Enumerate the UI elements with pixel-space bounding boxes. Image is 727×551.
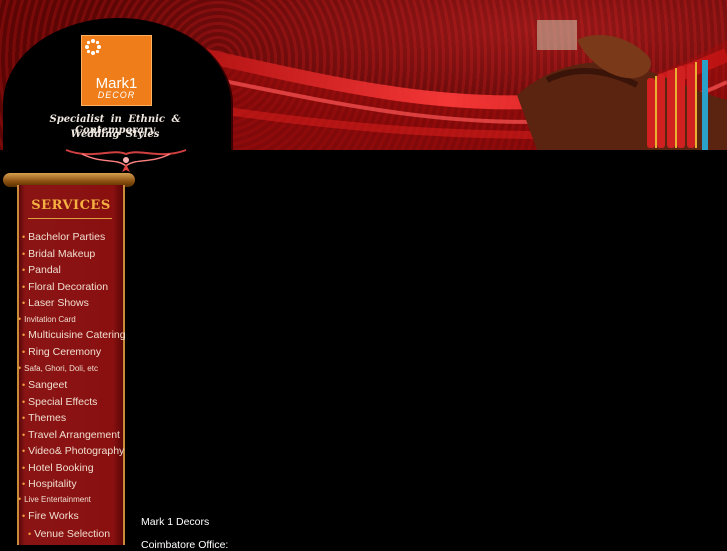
bullet-icon: • (22, 232, 26, 242)
service-label: Hospitality (28, 478, 77, 490)
bullet-icon: • (22, 446, 26, 456)
bullet-icon: • (18, 494, 22, 504)
service-link[interactable]: • Hotel Booking (22, 462, 94, 474)
office-label: Coimbatore Office: (141, 539, 229, 551)
bullet-icon: • (22, 413, 26, 423)
bullet-icon: • (22, 298, 26, 308)
service-link[interactable]: • Safa, Ghori, Doli, etc (18, 363, 98, 373)
tagline-line2: Wedding Styles (70, 129, 160, 140)
service-link[interactable]: • Multicuisine Catering (22, 329, 126, 341)
service-link[interactable]: • Live Entertainment (18, 494, 91, 504)
service-link[interactable]: • Pandal (22, 264, 61, 276)
service-link[interactable]: • Venue Selection (28, 528, 110, 540)
service-label: Fire Works (28, 510, 79, 522)
service-link[interactable]: • Fire Works (22, 510, 79, 522)
service-link[interactable]: • Floral Decoration (22, 281, 108, 293)
flower-icon (85, 39, 101, 55)
service-link[interactable]: • Special Effects (22, 396, 97, 408)
bullet-icon: • (18, 363, 22, 373)
header-banner: Mark1 DECOR Specialist in Ethnic & Conte… (0, 0, 727, 150)
mark1-decor-logo[interactable]: Mark1 DECOR (81, 35, 152, 106)
service-label: Venue Selection (34, 528, 111, 540)
service-label: Themes (28, 412, 67, 424)
logo-text: Mark1 (95, 75, 138, 92)
heading-underline (28, 218, 112, 219)
service-label: Hotel Booking (28, 462, 94, 474)
bullet-icon: • (22, 282, 26, 292)
service-label: Floral Decoration (28, 281, 109, 293)
bullet-icon: • (22, 479, 26, 489)
bullet-icon: • (22, 397, 26, 407)
service-link[interactable]: • Sangeet (22, 379, 67, 391)
hands-image (517, 20, 727, 150)
bullet-icon: • (22, 347, 26, 357)
services-heading: SERVICES (31, 198, 111, 213)
service-label: Invitation Card (24, 315, 76, 324)
bullet-icon: • (22, 511, 26, 521)
service-label: Pandal (28, 264, 61, 276)
service-label: Live Entertainment (24, 495, 91, 504)
service-label: Special Effects (28, 396, 98, 408)
service-link[interactable]: • Laser Shows (22, 297, 89, 309)
bullet-icon: • (22, 330, 26, 340)
service-link[interactable]: • Travel Arrangement (22, 429, 120, 441)
service-label: Ring Ceremony (28, 346, 102, 358)
service-label: Sangeet (28, 379, 68, 391)
bullet-icon: • (22, 265, 26, 275)
bullet-icon: • (18, 314, 22, 324)
service-label: Video& Photography (28, 445, 125, 457)
service-link[interactable]: • Ring Ceremony (22, 346, 101, 358)
bullet-icon: • (22, 463, 26, 473)
company-name: Mark 1 Decors (141, 516, 210, 528)
ornament-divider (65, 149, 187, 172)
service-link[interactable]: • Invitation Card (18, 314, 76, 324)
service-link[interactable]: • Video& Photography (22, 445, 124, 457)
service-link[interactable]: • Bridal Makeup (22, 248, 95, 260)
service-label: Laser Shows (28, 297, 89, 309)
service-label: Multicuisine Catering (28, 329, 126, 341)
bullet-icon: • (22, 430, 26, 440)
service-label: Bachelor Parties (28, 231, 106, 243)
service-link[interactable]: • Hospitality (22, 478, 77, 490)
logo-subtext: DECOR (97, 90, 136, 100)
service-link[interactable]: • Bachelor Parties (22, 231, 105, 243)
bullet-icon: • (22, 249, 26, 259)
service-label: Travel Arrangement (28, 429, 120, 441)
service-label: Bridal Makeup (28, 248, 96, 260)
bullet-icon: • (22, 380, 26, 390)
service-link[interactable]: • Themes (22, 412, 66, 424)
service-label: Safa, Ghori, Doli, etc (24, 364, 98, 373)
bullet-icon: • (28, 529, 32, 539)
